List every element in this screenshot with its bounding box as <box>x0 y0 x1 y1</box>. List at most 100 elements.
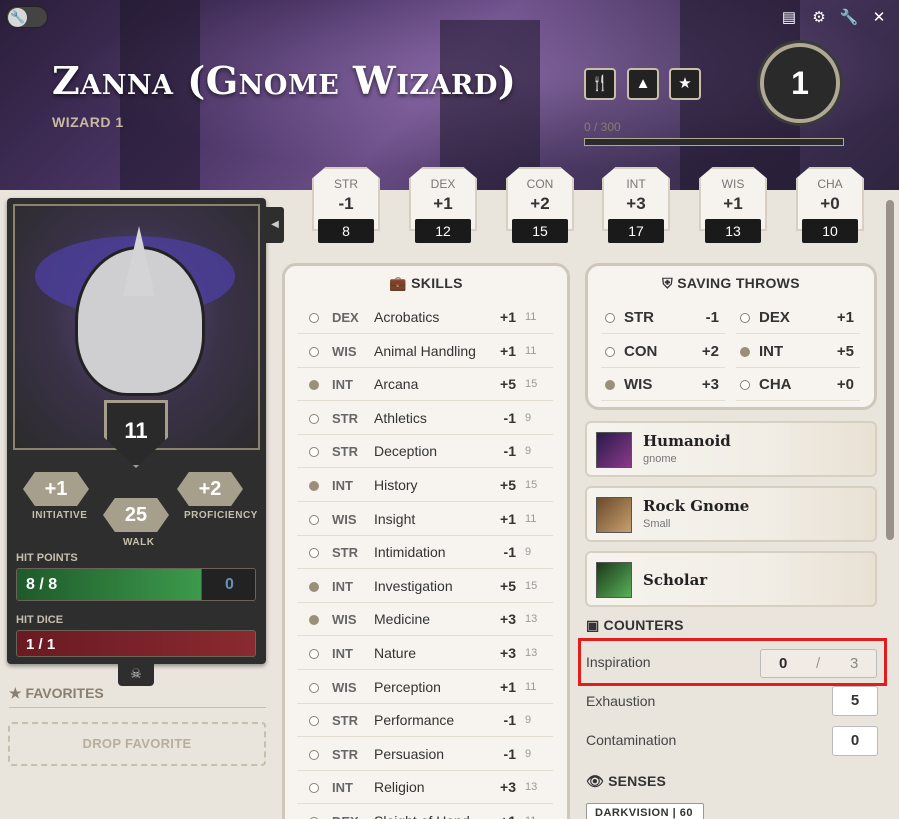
skill-name[interactable]: Arcana <box>374 376 418 392</box>
proficiency-indicator[interactable] <box>309 447 319 458</box>
skill-row[interactable]: INT Nature +3 13 <box>297 637 553 670</box>
skill-name[interactable]: Athletics <box>374 410 427 426</box>
save-modifier[interactable]: +1 <box>822 309 854 326</box>
skill-row[interactable]: STR Intimidation -1 9 <box>297 536 553 570</box>
skill-modifier[interactable]: +5 <box>492 477 516 493</box>
skill-modifier[interactable]: -1 <box>492 544 516 560</box>
proficiency-indicator[interactable] <box>309 682 319 693</box>
proficiency-indicator[interactable] <box>309 481 319 491</box>
save-modifier[interactable]: +0 <box>822 376 854 393</box>
exhaustion-counter[interactable]: 5 <box>832 686 878 716</box>
contamination-counter[interactable]: 0 <box>832 726 878 756</box>
skill-modifier[interactable]: +3 <box>492 779 516 795</box>
proficiency-indicator[interactable] <box>309 615 319 626</box>
save-ability[interactable]: DEX <box>759 309 790 326</box>
save-ability[interactable]: INT <box>759 343 783 360</box>
skill-name[interactable]: Persuasion <box>374 746 444 762</box>
ability-str[interactable]: STR -1 8 <box>312 167 380 243</box>
hit-points-bar[interactable]: 8 / 8 0 <box>16 568 256 601</box>
proficiency-indicator[interactable] <box>309 649 319 659</box>
proficiency-indicator[interactable] <box>309 413 319 424</box>
proficiency-indicator[interactable] <box>309 581 319 592</box>
skill-modifier[interactable]: -1 <box>492 746 516 762</box>
save-modifier[interactable]: +5 <box>822 343 854 360</box>
skill-ability[interactable]: INT <box>332 780 353 795</box>
ability-score[interactable]: 8 <box>318 219 374 243</box>
proficiency-indicator[interactable] <box>605 380 615 390</box>
ability-dex[interactable]: DEX +1 12 <box>409 167 477 243</box>
camp-icon[interactable]: ▲ <box>627 68 659 100</box>
save-ability[interactable]: STR <box>624 309 654 326</box>
ability-modifier[interactable]: +2 <box>506 194 574 214</box>
xp-bar[interactable] <box>584 138 844 146</box>
skull-icon[interactable]: ☠ <box>118 664 154 686</box>
skill-name[interactable]: Medicine <box>374 611 430 627</box>
skill-row[interactable]: WIS Insight +1 11 <box>297 503 553 536</box>
saving-throw-wis[interactable]: WIS +3 <box>601 368 725 401</box>
ability-modifier[interactable]: +0 <box>796 194 864 214</box>
save-ability[interactable]: WIS <box>624 376 652 393</box>
saving-throw-str[interactable]: STR -1 <box>601 301 725 334</box>
skill-modifier[interactable]: +5 <box>492 578 516 594</box>
skill-ability[interactable]: STR <box>332 444 358 459</box>
food-icon[interactable]: 🍴 <box>584 68 616 100</box>
skill-name[interactable]: Performance <box>374 712 454 728</box>
saving-throw-dex[interactable]: DEX +1 <box>736 301 860 334</box>
skill-modifier[interactable]: +3 <box>492 611 516 627</box>
skill-row[interactable]: INT Arcana +5 15 <box>297 368 553 402</box>
skill-name[interactable]: Intimidation <box>374 544 446 560</box>
save-modifier[interactable]: +2 <box>687 343 719 360</box>
skill-name[interactable]: Insight <box>374 511 415 527</box>
skill-modifier[interactable]: +1 <box>492 343 516 359</box>
skill-row[interactable]: WIS Perception +1 11 <box>297 671 553 704</box>
skill-ability[interactable]: STR <box>332 545 358 560</box>
ability-score[interactable]: 15 <box>512 219 568 243</box>
character-name[interactable]: Zanna (Gnome Wizard) <box>52 58 516 103</box>
ability-modifier[interactable]: +1 <box>699 194 767 214</box>
skill-modifier[interactable]: +1 <box>492 813 516 819</box>
skill-ability[interactable]: WIS <box>332 344 357 359</box>
saving-throw-cha[interactable]: CHA +0 <box>736 368 860 401</box>
proficiency-indicator[interactable] <box>740 346 750 357</box>
close-icon[interactable]: ✕ <box>869 8 889 28</box>
hit-dice-bar[interactable]: 1 / 1 <box>16 630 256 657</box>
save-ability[interactable]: CON <box>624 343 657 360</box>
skill-modifier[interactable]: +1 <box>492 511 516 527</box>
skill-modifier[interactable]: +3 <box>492 645 516 661</box>
skill-row[interactable]: DEX Sleight of Hand +1 11 <box>297 805 553 819</box>
ability-score[interactable]: 13 <box>705 219 761 243</box>
skill-row[interactable]: WIS Medicine +3 13 <box>297 603 553 637</box>
ability-cha[interactable]: CHA +0 10 <box>796 167 864 243</box>
skill-name[interactable]: History <box>374 477 418 493</box>
skill-row[interactable]: INT Religion +3 13 <box>297 771 553 805</box>
proficiency-indicator[interactable] <box>309 380 319 391</box>
skill-row[interactable]: STR Deception -1 9 <box>297 435 553 469</box>
skill-modifier[interactable]: +5 <box>492 376 516 392</box>
darkvision-tag[interactable]: DARKVISION | 60 <box>586 803 704 819</box>
skill-ability[interactable]: STR <box>332 411 358 426</box>
skill-name[interactable]: Perception <box>374 679 441 695</box>
armor-class-shield[interactable]: 11 <box>104 400 168 468</box>
wrench-icon[interactable]: 🔧 <box>839 8 859 28</box>
skill-ability[interactable]: WIS <box>332 680 357 695</box>
skill-row[interactable]: WIS Animal Handling +1 11 <box>297 335 553 368</box>
feature-card[interactable]: Scholar <box>585 551 877 607</box>
skill-row[interactable]: STR Persuasion -1 9 <box>297 738 553 771</box>
skill-row[interactable]: STR Athletics -1 9 <box>297 402 553 435</box>
skill-name[interactable]: Investigation <box>374 578 453 594</box>
skill-row[interactable]: INT Investigation +5 15 <box>297 570 553 603</box>
proficiency-indicator[interactable] <box>309 313 319 323</box>
skill-name[interactable]: Sleight of Hand <box>374 813 470 819</box>
skill-name[interactable]: Nature <box>374 645 416 661</box>
ability-score[interactable]: 10 <box>802 219 858 243</box>
skill-ability[interactable]: STR <box>332 713 358 728</box>
star-icon[interactable]: ★ <box>669 68 701 100</box>
ability-score[interactable]: 17 <box>608 219 664 243</box>
save-modifier[interactable]: +3 <box>687 376 719 393</box>
save-modifier[interactable]: -1 <box>687 309 719 326</box>
collapse-sidebar-button[interactable]: ◀ <box>266 207 284 243</box>
ability-wis[interactable]: WIS +1 13 <box>699 167 767 243</box>
skill-modifier[interactable]: -1 <box>492 712 516 728</box>
save-ability[interactable]: CHA <box>759 376 792 393</box>
skill-modifier[interactable]: +1 <box>492 309 516 325</box>
